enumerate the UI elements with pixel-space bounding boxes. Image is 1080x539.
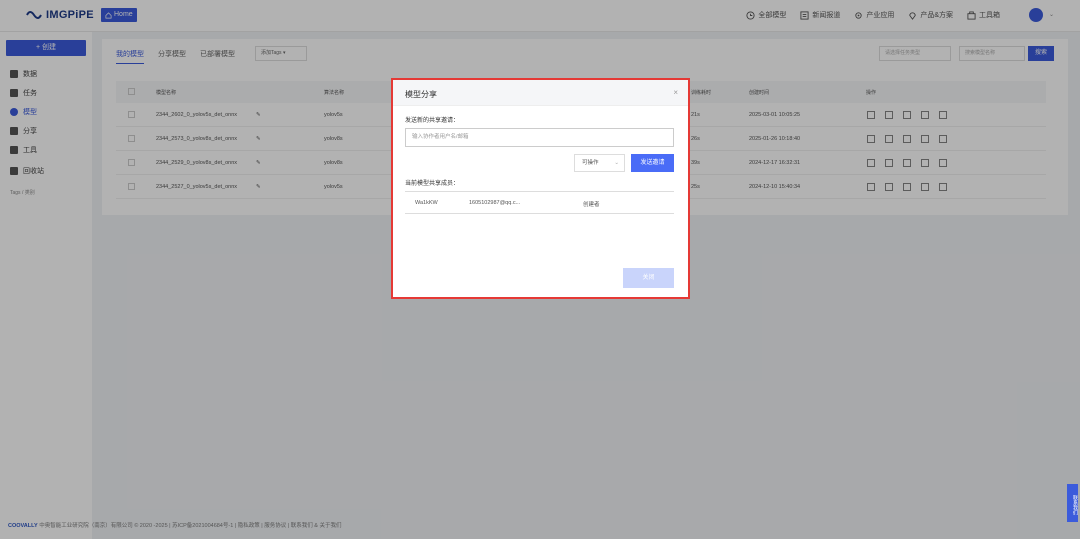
contact-us-tab[interactable]: 联系我们 (1067, 484, 1078, 522)
invite-label: 发送新的共享邀请： (405, 118, 460, 124)
close-icon[interactable]: × (673, 88, 678, 97)
footer: COOVALLY 中奥智能工业研究院（南京）有限公司 © 2020 -2025 … (8, 521, 341, 529)
invite-input[interactable]: 输入协作者用户名/邮箱 (405, 128, 674, 147)
send-invite-button[interactable]: 发送邀请 (631, 154, 674, 172)
chevron-down-icon: ⌄ (614, 160, 619, 166)
footer-text[interactable]: 中奥智能工业研究院（南京）有限公司 © 2020 -2025 | 苏ICP备20… (39, 523, 341, 529)
permission-select[interactable]: 可操作 ⌄ (574, 154, 625, 172)
close-button[interactable]: 关闭 (623, 268, 674, 288)
member-role: 创建者 (583, 202, 600, 208)
dialog-header: 模型分享 × (393, 80, 688, 106)
member-name: Wa1kKW (415, 200, 438, 206)
share-model-dialog: 模型分享 × 发送新的共享邀请： 输入协作者用户名/邮箱 可操作 ⌄ 发送邀请 … (391, 78, 690, 299)
dialog-title: 模型分享 (405, 90, 437, 99)
members-label: 当前模型共享成员： (405, 181, 460, 187)
footer-brand: COOVALLY (8, 523, 38, 529)
member-row: Wa1kKW 1605102987@qq.c... 创建者 (405, 191, 674, 214)
member-email: 1605102987@qq.c... (469, 200, 521, 206)
permission-value: 可操作 (582, 160, 599, 166)
